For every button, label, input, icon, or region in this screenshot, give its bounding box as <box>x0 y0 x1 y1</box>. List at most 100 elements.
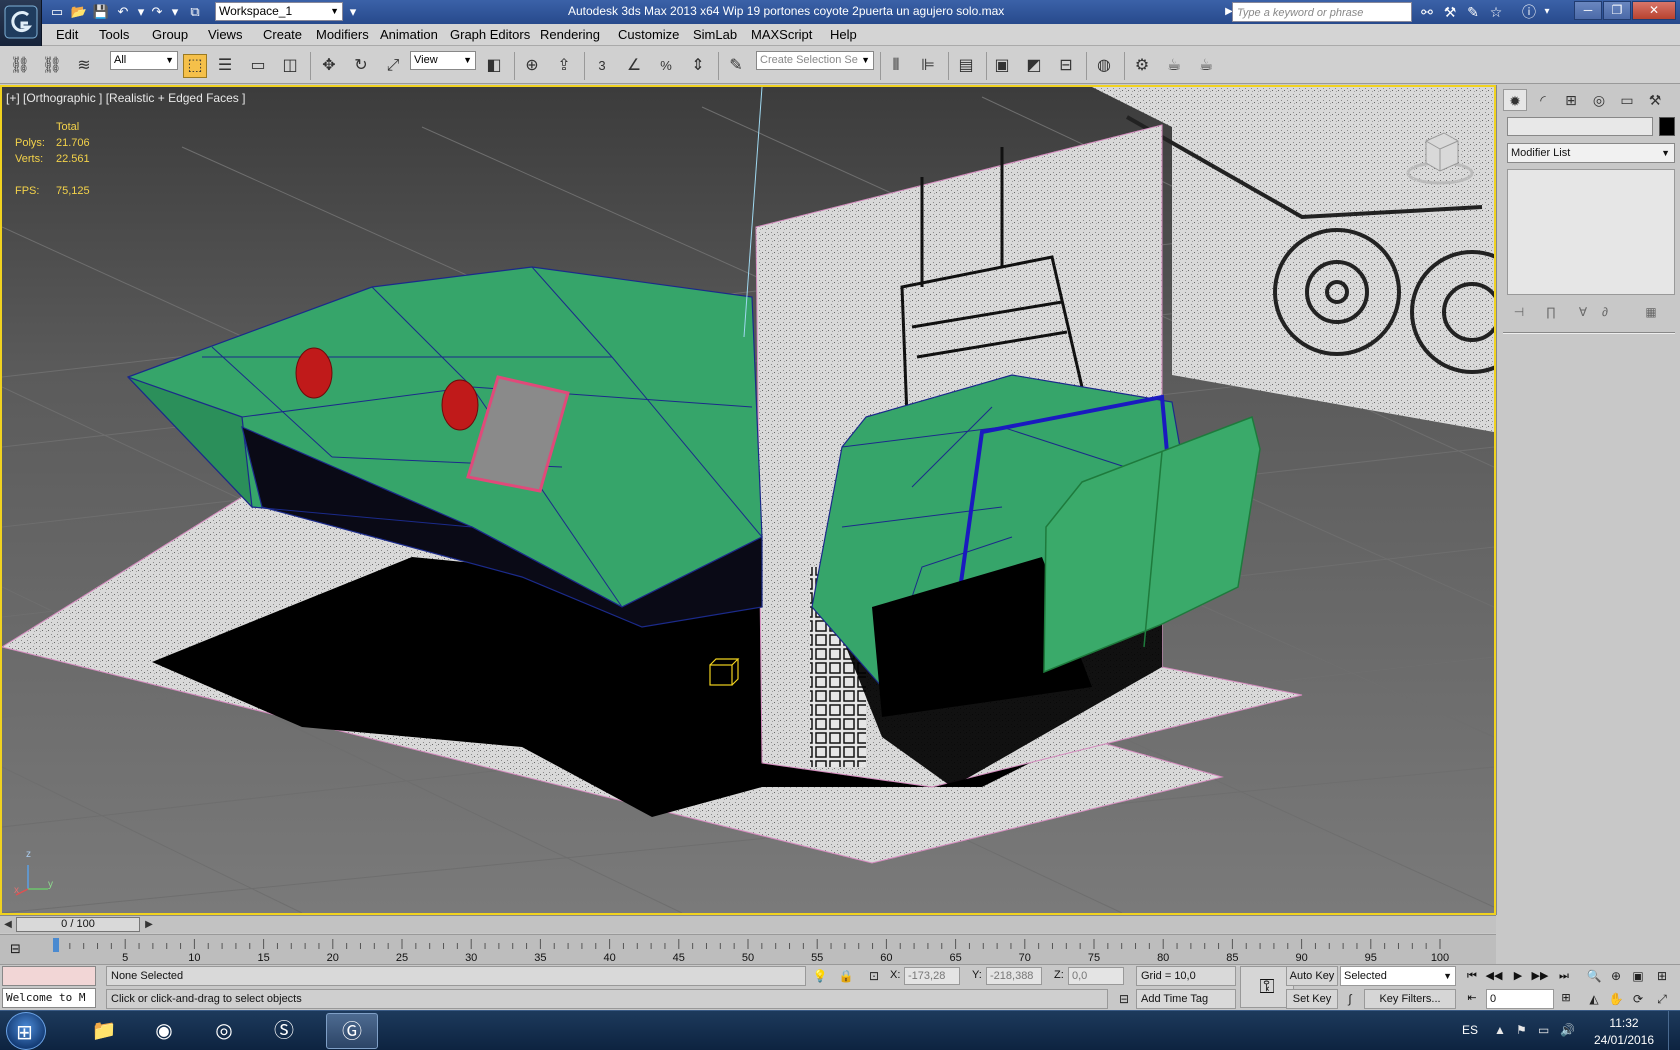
time-configuration-icon[interactable]: ⊞ <box>1556 989 1576 1007</box>
utilities-tab-icon[interactable]: ⚒ <box>1643 89 1667 111</box>
zoom-extents-icon[interactable]: ▣ <box>1628 966 1648 986</box>
snaps-toggle-icon[interactable]: 3 <box>590 54 614 78</box>
modify-tab-icon[interactable]: ◜ <box>1531 89 1555 111</box>
orbit-icon[interactable]: ⟳ <box>1628 989 1648 1009</box>
align-icon[interactable]: ⊫ <box>916 54 940 78</box>
select-and-move-icon[interactable]: ✥ <box>317 54 341 78</box>
menu-graph-editors[interactable]: Graph Editors <box>450 27 530 42</box>
layer-manager-icon[interactable]: ▤ <box>954 54 978 78</box>
time-slider-prev-icon[interactable]: ◀ <box>1 917 15 932</box>
auto-key-button[interactable]: Auto Key <box>1286 966 1338 986</box>
modifier-list-select[interactable]: Modifier List ▼ <box>1507 143 1675 163</box>
select-manipulate-icon[interactable]: ⊕ <box>520 54 544 78</box>
tray-network-icon[interactable]: ▭ <box>1538 1023 1549 1037</box>
menu-edit[interactable]: Edit <box>56 27 78 42</box>
restore-button[interactable]: ❐ <box>1603 1 1631 20</box>
application-button[interactable] <box>0 0 42 46</box>
viewcube[interactable] <box>1404 123 1474 193</box>
rendered-frame-window-icon[interactable]: ☕ <box>1162 54 1186 78</box>
named-selection-select[interactable]: Create Selection Se ▼ <box>756 51 874 70</box>
taskbar-explorer-folder-icon[interactable]: 📁 <box>78 1013 130 1049</box>
field-of-view-icon[interactable]: ◭ <box>1584 989 1604 1009</box>
make-unique-icon[interactable]: ∀ <box>1573 303 1593 321</box>
zoom-extents-all-icon[interactable]: ⊞ <box>1652 966 1672 986</box>
mirror-icon[interactable]: ⫴ <box>884 54 908 78</box>
add-time-tag-button[interactable]: Add Time Tag <box>1136 989 1236 1009</box>
menu-views[interactable]: Views <box>208 27 242 42</box>
menu-customize[interactable]: Customize <box>618 27 679 42</box>
workspace-select[interactable]: Workspace_1 ▼ <box>215 2 343 21</box>
taskbar-firefox-icon[interactable]: ◉ <box>138 1013 190 1049</box>
menu-help[interactable]: Help <box>830 27 857 42</box>
maximize-viewport-toggle-icon[interactable]: ⤢ <box>1652 989 1672 1009</box>
selection-filter-select[interactable]: All ▼ <box>110 51 178 70</box>
unlink-icon[interactable]: ⛓ <box>40 54 64 78</box>
binoculars-icon[interactable]: ⚯ <box>1418 3 1436 21</box>
clock-date[interactable]: 24/01/2016 <box>1588 1033 1660 1047</box>
select-by-name-icon[interactable]: ☰ <box>213 54 237 78</box>
menu-create[interactable]: Create <box>263 27 302 42</box>
quick-access-dropdown-icon[interactable]: ▾ <box>344 3 362 21</box>
absolute-mode-transform-icon[interactable]: ⊡ <box>864 966 884 986</box>
previous-frame-icon[interactable]: ◀◀ <box>1484 967 1504 985</box>
select-and-link-icon[interactable]: ⛓ <box>8 54 32 78</box>
keyboard-shortcut-override-icon[interactable]: ⇪ <box>552 54 576 78</box>
z-coordinate-field[interactable]: 0,0 <box>1068 967 1124 985</box>
communication-icon[interactable]: ✎ <box>1464 3 1482 21</box>
hierarchy-tab-icon[interactable]: ⊞ <box>1559 89 1583 111</box>
modifier-stack[interactable] <box>1507 169 1675 295</box>
undo-icon[interactable]: ↶ <box>114 3 132 21</box>
project-folder-icon[interactable]: ⧉ <box>186 3 204 21</box>
y-coordinate-field[interactable]: -218,388 <box>986 967 1042 985</box>
headlight-right[interactable] <box>441 379 479 431</box>
track-bar[interactable]: ⊟ 5 10 15 20 25 30 35 40 45 50 55 60 65 70 75 80 85 90 95 1… <box>0 934 1496 964</box>
time-tag-icon[interactable]: ⊟ <box>1114 989 1134 1009</box>
zoom-all-icon[interactable]: ⊕ <box>1606 966 1626 986</box>
time-slider[interactable]: ◀ 0 / 100 ▶ <box>0 915 1496 933</box>
redo-icon[interactable]: ↷ <box>148 3 166 21</box>
window-crossing-icon[interactable]: ◫ <box>278 54 302 78</box>
reference-coordinate-select[interactable]: View ▼ <box>410 51 476 70</box>
menu-tools[interactable]: Tools <box>99 27 129 42</box>
new-file-icon[interactable]: ▭ <box>48 3 66 21</box>
close-button[interactable]: ✕ <box>1632 1 1676 20</box>
key-filters-button[interactable]: Key Filters... <box>1364 989 1456 1009</box>
bind-space-warp-icon[interactable]: ≋ <box>72 54 96 78</box>
menu-group[interactable]: Group <box>152 27 188 42</box>
schematic-view-icon[interactable]: ⊟ <box>1054 54 1078 78</box>
curve-editor-icon[interactable]: ◩ <box>1022 54 1046 78</box>
set-key-button[interactable]: Set Key <box>1286 989 1338 1009</box>
start-button[interactable]: ⊞ <box>6 1012 46 1050</box>
percent-snap-icon[interactable]: % <box>654 54 678 78</box>
menu-animation[interactable]: Animation <box>380 27 438 42</box>
search-input[interactable]: Type a keyword or phrase <box>1232 2 1412 22</box>
object-name-field[interactable] <box>1507 117 1653 136</box>
key-mode-select[interactable]: Selected ▼ <box>1340 966 1456 986</box>
headlight-left[interactable] <box>295 347 333 399</box>
render-production-icon[interactable]: ☕ <box>1194 54 1218 78</box>
scene-explorer-icon[interactable]: ▣ <box>990 54 1014 78</box>
pivot-center-icon[interactable]: ◧ <box>482 54 506 78</box>
tray-volume-icon[interactable]: 🔊 <box>1560 1023 1575 1037</box>
material-editor-icon[interactable]: ◍ <box>1092 54 1116 78</box>
viewport-label[interactable]: [+] [Orthographic ] [Realistic + Edged F… <box>6 91 245 105</box>
display-tab-icon[interactable]: ▭ <box>1615 89 1639 111</box>
rectangular-selection-icon[interactable]: ▭ <box>246 54 270 78</box>
angle-snap-icon[interactable]: ∠ <box>622 54 646 78</box>
select-and-scale-icon[interactable]: ⤢ <box>381 54 405 78</box>
maxscript-mini-listener-input[interactable] <box>2 966 96 986</box>
go-to-start-icon[interactable]: ⏮ <box>1462 967 1482 985</box>
tray-flag-icon[interactable]: ⚑ <box>1516 1023 1527 1037</box>
isolate-selection-icon[interactable]: 💡 <box>810 966 830 986</box>
favorites-star-icon[interactable]: ☆ <box>1487 3 1505 21</box>
menu-simlab[interactable]: SimLab <box>693 27 737 42</box>
pan-view-icon[interactable]: ✋ <box>1606 989 1626 1009</box>
configure-modifier-sets-icon[interactable]: ▦ <box>1641 303 1661 321</box>
zoom-icon[interactable]: 🔍 <box>1584 966 1604 986</box>
edit-named-selection-icon[interactable]: ✎ <box>724 54 748 78</box>
current-frame-marker[interactable] <box>53 938 59 952</box>
next-frame-icon[interactable]: ▶▶ <box>1530 967 1550 985</box>
time-slider-next-icon[interactable]: ▶ <box>142 917 156 932</box>
clock-time[interactable]: 11:32 <box>1594 1016 1654 1030</box>
minimize-button[interactable]: ─ <box>1574 1 1602 20</box>
